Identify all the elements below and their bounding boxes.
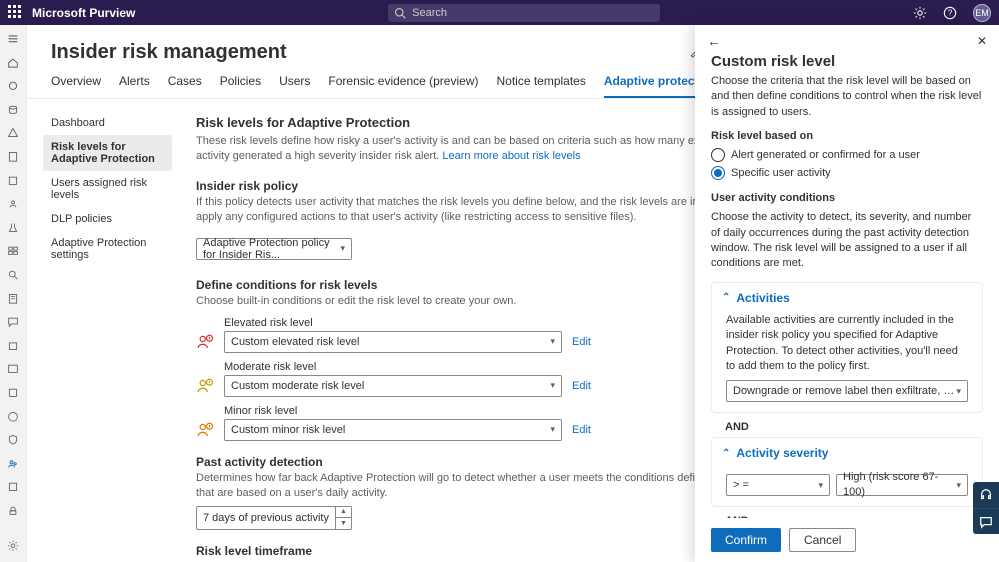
policy-combo[interactable]: Adaptive Protection policy for Insider R… <box>196 238 352 260</box>
learn-more-link[interactable]: Learn more about risk levels <box>442 150 580 162</box>
protection-icon[interactable] <box>6 434 20 446</box>
trials-icon[interactable] <box>6 222 20 234</box>
nav-risk-levels[interactable]: Risk levels for Adaptive Protection <box>43 135 172 171</box>
side-panel: ← ✕ Custom risk level Choose the criteri… <box>695 25 999 562</box>
search-placeholder: Search <box>412 7 447 19</box>
comm-icon[interactable] <box>6 316 20 328</box>
chevron-up-icon: ⌃ <box>722 448 730 459</box>
tab-policies[interactable]: Policies <box>220 74 261 98</box>
settings-icon[interactable] <box>913 6 927 20</box>
nav-dashboard[interactable]: Dashboard <box>43 111 172 135</box>
activities-combo[interactable]: Downgrade or remove label then exfiltrat… <box>726 380 968 402</box>
privacy-icon[interactable] <box>6 505 20 517</box>
close-icon[interactable]: ✕ <box>977 34 987 48</box>
chevron-down-icon: ▾ <box>550 424 555 435</box>
panel-desc: Choose the criteria that the risk level … <box>711 74 983 120</box>
elevated-edit[interactable]: Edit <box>572 336 591 348</box>
minor-edit[interactable]: Edit <box>572 424 591 436</box>
content-icon[interactable] <box>6 293 20 305</box>
panel-title: Custom risk level <box>711 53 983 70</box>
data-icon[interactable] <box>6 104 20 116</box>
spinner-up-icon[interactable]: ▲ <box>336 507 351 519</box>
tab-users[interactable]: Users <box>279 74 310 98</box>
ediscovery-icon[interactable] <box>6 363 20 375</box>
moderate-risk-icon <box>196 377 214 395</box>
basis-label: Risk level based on <box>711 130 983 142</box>
tab-overview[interactable]: Overview <box>51 74 101 98</box>
back-icon[interactable]: ← <box>707 33 721 49</box>
chevron-down-icon: ▾ <box>340 243 345 254</box>
chevron-down-icon: ▾ <box>550 336 555 347</box>
chevron-down-icon: ▾ <box>956 479 961 492</box>
severity-value-combo[interactable]: High (risk score 67-100)▾ <box>836 474 968 496</box>
moderate-combo[interactable]: Custom moderate risk level▾ <box>224 375 562 397</box>
side-nav: Dashboard Risk levels for Adaptive Prote… <box>27 99 172 556</box>
panel-cancel-button[interactable]: Cancel <box>789 528 856 552</box>
records-icon[interactable] <box>6 481 20 493</box>
nav-users-assigned[interactable]: Users assigned risk levels <box>43 171 172 207</box>
search-input[interactable]: Search <box>388 4 660 22</box>
home-icon[interactable] <box>6 57 20 69</box>
elevated-risk-icon <box>196 333 214 351</box>
chevron-down-icon: ▾ <box>818 479 823 492</box>
search-icon <box>394 7 406 19</box>
past-spinner[interactable]: 7 days of previous activity ▲▼ <box>196 506 352 530</box>
tab-notice[interactable]: Notice templates <box>496 74 585 98</box>
uac-desc: Choose the activity to detect, its sever… <box>711 210 983 272</box>
feedback-chat-icon[interactable] <box>973 508 999 534</box>
accordion-severity: ⌃ Activity severity > =▾ High (risk scor… <box>711 437 983 507</box>
moderate-edit[interactable]: Edit <box>572 380 591 392</box>
minor-risk-icon <box>196 421 214 439</box>
app-launcher-icon[interactable] <box>8 5 24 21</box>
report-icon[interactable] <box>6 151 20 163</box>
alert-icon[interactable] <box>6 127 20 139</box>
activities-desc: Available activities are currently inclu… <box>726 313 968 375</box>
menu-icon[interactable] <box>6 33 20 45</box>
elevated-combo[interactable]: Custom elevated risk level▾ <box>224 331 562 353</box>
dlp-icon[interactable] <box>6 340 20 352</box>
radio-icon <box>711 166 725 180</box>
accordion-severity-header[interactable]: ⌃ Activity severity <box>712 438 982 468</box>
roles-icon[interactable] <box>6 198 20 210</box>
nav-dlp-policies[interactable]: DLP policies <box>43 207 172 231</box>
radio-activity[interactable]: Specific user activity <box>711 166 983 180</box>
user-avatar[interactable]: EM <box>973 4 991 22</box>
tab-alerts[interactable]: Alerts <box>119 74 150 98</box>
audit-icon[interactable] <box>6 269 20 281</box>
policy-icon[interactable] <box>6 175 20 187</box>
info-icon[interactable] <box>6 411 20 423</box>
accordion-activities: ⌃ Activities Available activities are cu… <box>711 282 983 414</box>
compliance-icon[interactable] <box>6 80 20 92</box>
lifecycle-icon[interactable] <box>6 387 20 399</box>
catalog-icon[interactable] <box>6 245 20 257</box>
top-bar: Microsoft Purview Search ? EM <box>0 0 999 25</box>
nav-ap-settings[interactable]: Adaptive Protection settings <box>43 231 172 267</box>
page-title: Insider risk management <box>51 41 287 64</box>
feedback-buttons <box>973 482 999 534</box>
app-title: Microsoft Purview <box>32 6 135 20</box>
chevron-up-icon: ⌃ <box>722 292 730 303</box>
and-connector: AND <box>725 421 983 433</box>
confirm-button[interactable]: Confirm <box>711 528 781 552</box>
radio-icon <box>711 148 725 162</box>
radio-alert[interactable]: Alert generated or confirmed for a user <box>711 148 983 162</box>
help-icon[interactable]: ? <box>943 6 957 20</box>
settings-rail-icon[interactable] <box>6 540 20 552</box>
minor-combo[interactable]: Custom minor risk level▾ <box>224 419 562 441</box>
feedback-headset-icon[interactable] <box>973 482 999 508</box>
tab-cases[interactable]: Cases <box>168 74 202 98</box>
chevron-down-icon: ▾ <box>550 380 555 391</box>
severity-operator-combo[interactable]: > =▾ <box>726 474 830 496</box>
accordion-activities-header[interactable]: ⌃ Activities <box>712 283 982 313</box>
left-rail <box>0 25 27 562</box>
chevron-down-icon: ▾ <box>956 385 961 398</box>
uac-title: User activity conditions <box>711 192 983 204</box>
insider-risk-icon[interactable] <box>6 458 20 470</box>
tab-forensic[interactable]: Forensic evidence (preview) <box>328 74 478 98</box>
spinner-down-icon[interactable]: ▼ <box>336 518 351 529</box>
svg-text:?: ? <box>948 8 953 17</box>
